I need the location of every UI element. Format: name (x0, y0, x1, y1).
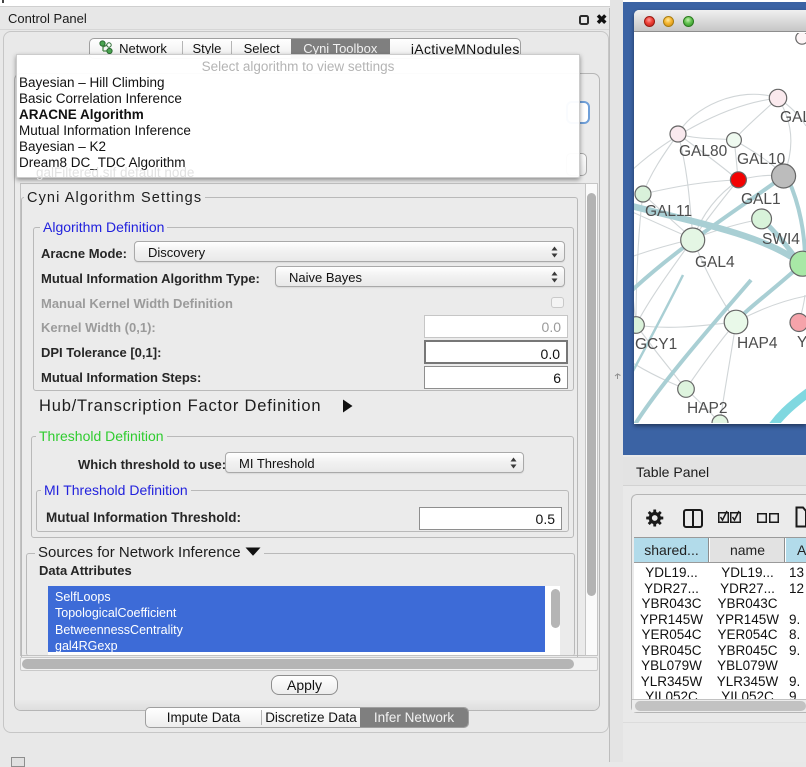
svg-text:HAP4: HAP4 (737, 335, 778, 352)
svg-text:GAL80: GAL80 (679, 143, 728, 160)
svg-text:GAL1: GAL1 (741, 191, 781, 208)
svg-text:GAL10: GAL10 (737, 151, 786, 168)
svg-text:GAL11: GAL11 (645, 203, 692, 220)
svg-text:SWI4: SWI4 (762, 231, 800, 248)
svg-text:HAP2: HAP2 (687, 400, 728, 417)
svg-text:GCY1: GCY1 (635, 336, 677, 353)
svg-text:GAL4: GAL4 (695, 254, 735, 271)
svg-text:GAL: GAL (780, 109, 806, 126)
svg-text:Y: Y (797, 334, 806, 351)
